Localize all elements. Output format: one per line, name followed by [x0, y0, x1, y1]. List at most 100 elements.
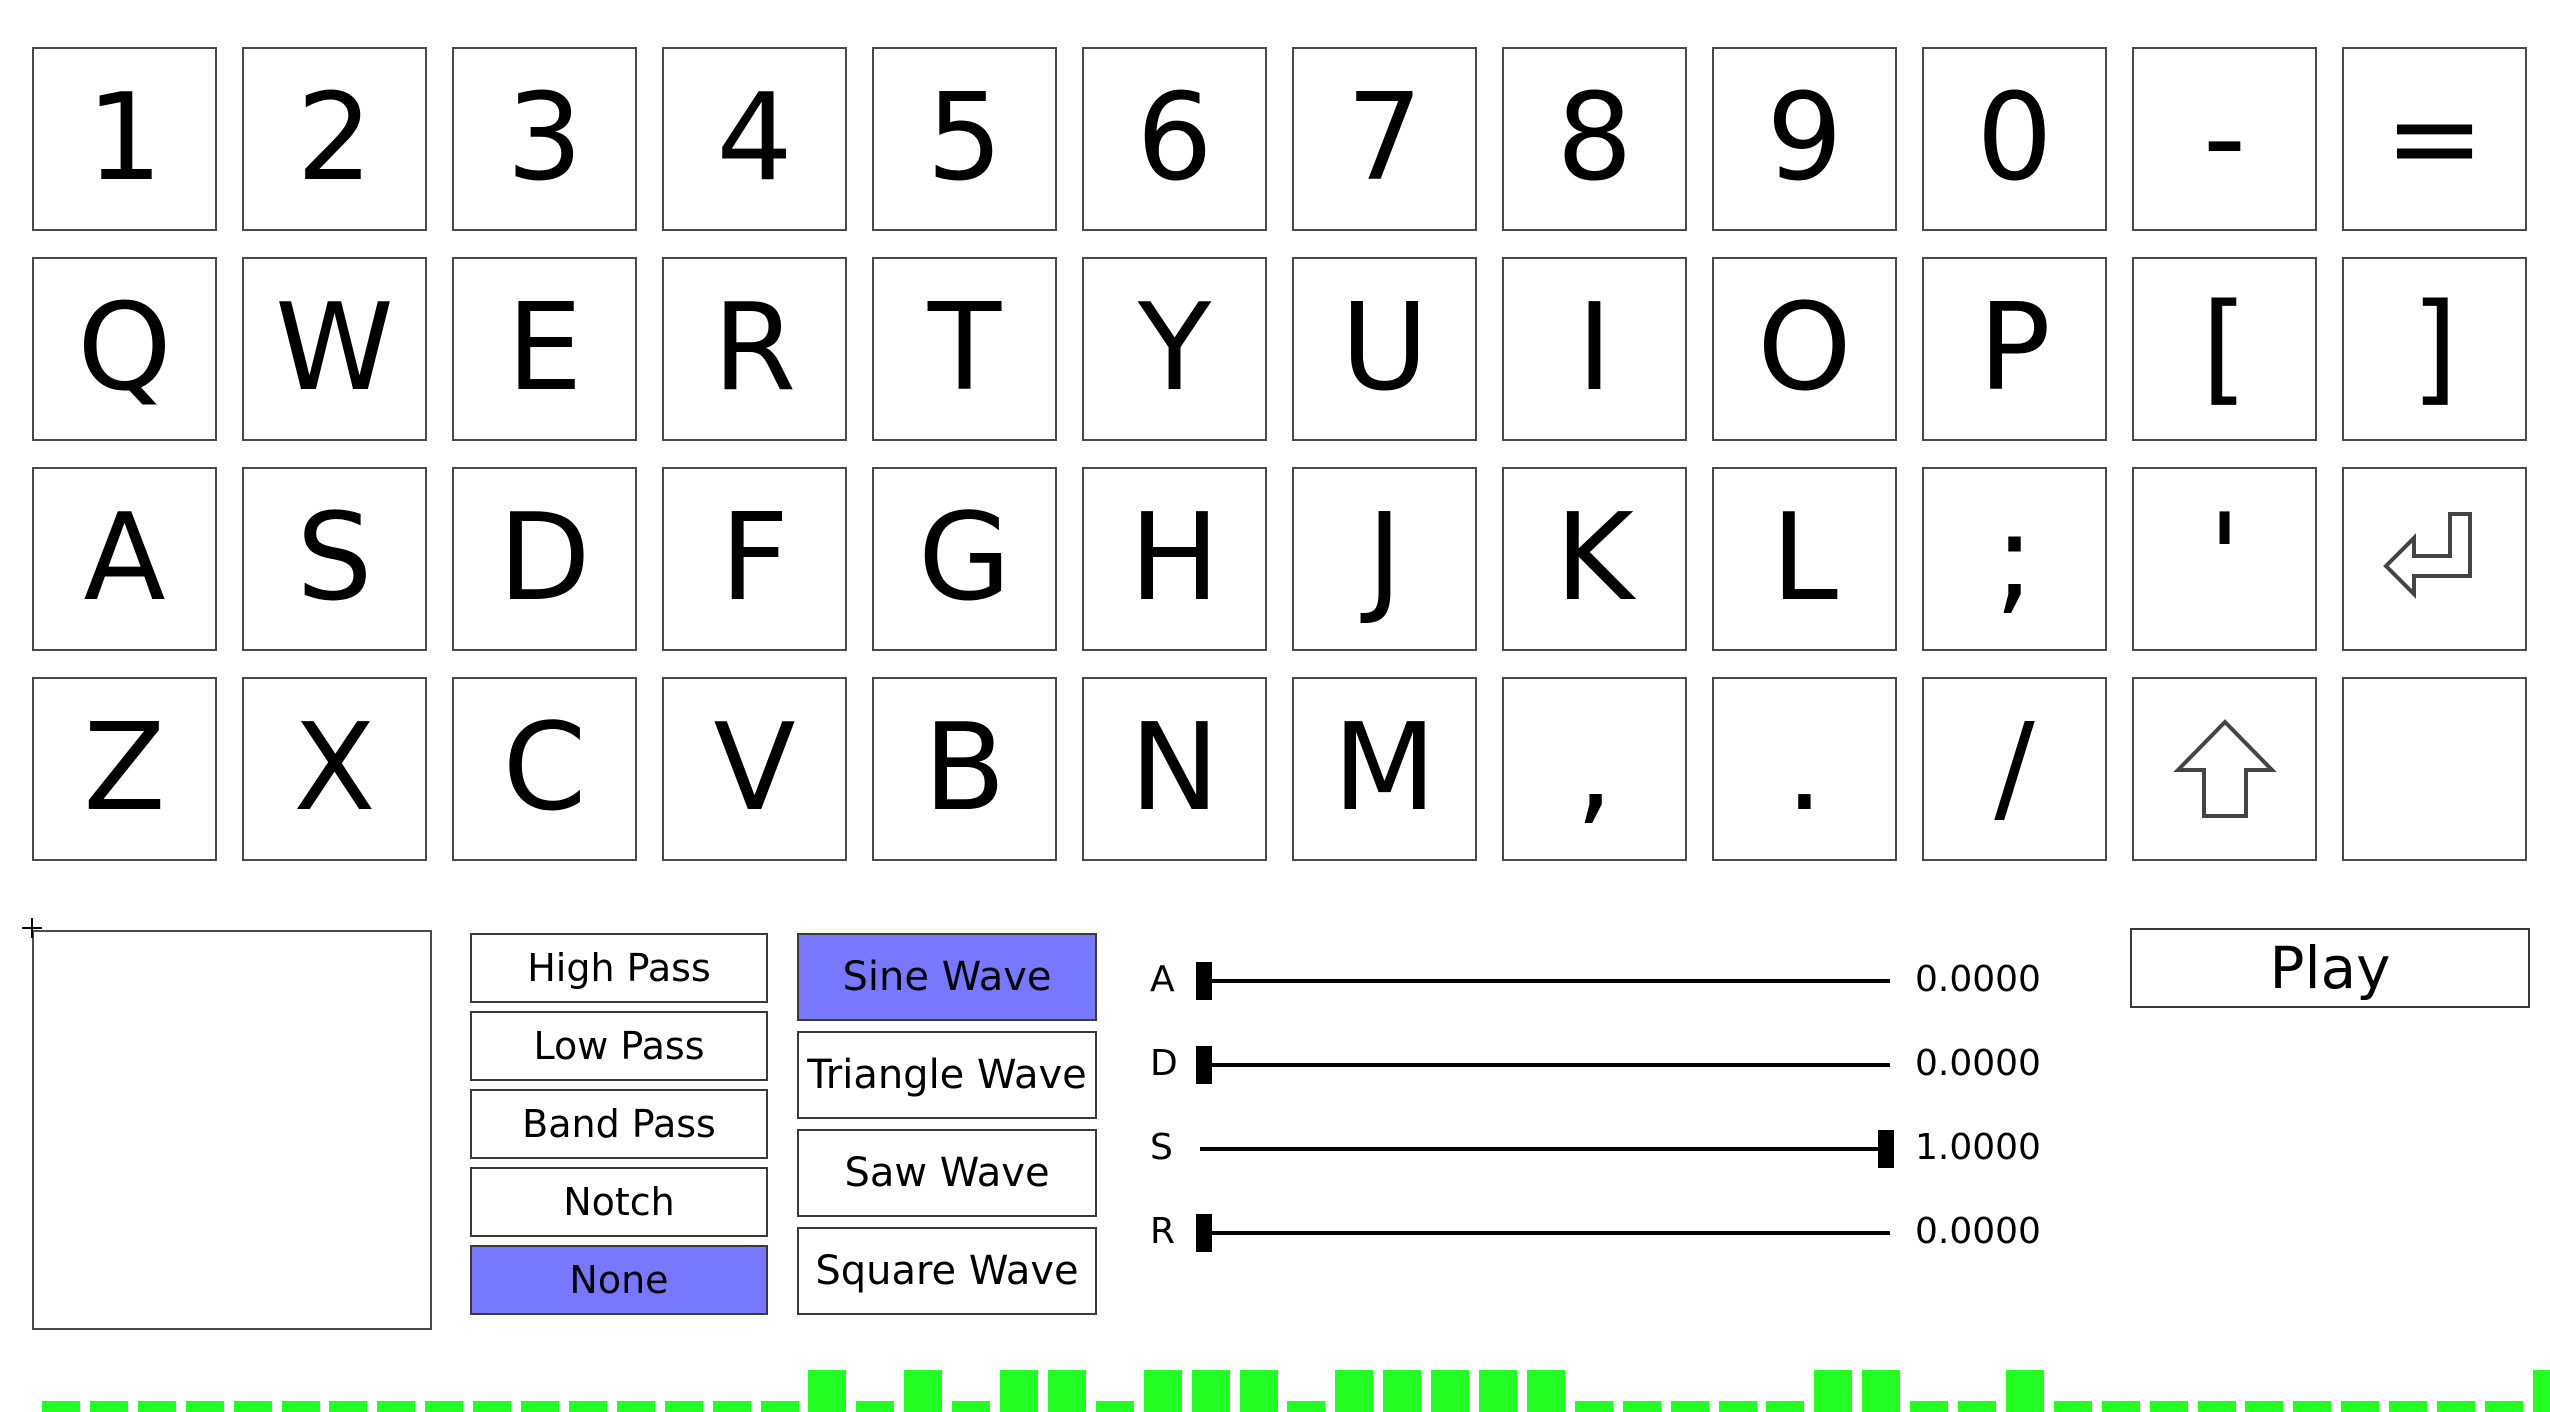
level-meter-bar — [1192, 1370, 1230, 1412]
level-meter-bar — [329, 1401, 367, 1412]
key-g[interactable]: G — [872, 467, 1057, 651]
release-label: R — [1150, 1211, 1176, 1252]
level-meter-bar — [569, 1401, 607, 1412]
level-meter-bar — [2102, 1401, 2140, 1412]
key-slash[interactable]: / — [1922, 677, 2107, 861]
filter-low-pass-button[interactable]: Low Pass — [470, 1011, 768, 1081]
key-label: I — [1576, 279, 1613, 418]
level-meter-bar — [808, 1370, 846, 1412]
key-equals[interactable]: = — [2342, 47, 2527, 231]
release-value: 0.0000 — [1915, 1211, 2041, 1252]
key-r[interactable]: R — [662, 257, 847, 441]
keyboard: 1 2 3 4 5 6 7 8 9 0 - = Q W E R T Y U I O P [] A S D F G H J K L; ' Z X C V B… — [0, 0, 2550, 880]
filter-notch-button[interactable]: Notch — [470, 1167, 768, 1237]
key-label: Q — [77, 279, 172, 418]
key-d[interactable]: D — [452, 467, 637, 651]
key-q[interactable]: Q — [32, 257, 217, 441]
key-period[interactable]: . — [1712, 677, 1897, 861]
key-minus[interactable]: - — [2132, 47, 2317, 231]
key-i[interactable]: I — [1502, 257, 1687, 441]
key-j[interactable]: J — [1292, 467, 1477, 651]
key-p[interactable]: P — [1922, 257, 2107, 441]
wave-square-button[interactable]: Square Wave — [797, 1227, 1097, 1315]
key-label: B — [923, 699, 1006, 838]
enter-arrow-icon — [2380, 504, 2490, 614]
key-4[interactable]: 4 — [662, 47, 847, 231]
sustain-slider[interactable] — [1200, 1147, 1890, 1151]
key-l[interactable]: L — [1712, 467, 1897, 651]
level-meter-bar — [2006, 1370, 2044, 1412]
filter-none-button[interactable]: None — [470, 1245, 768, 1315]
key-6[interactable]: 6 — [1082, 47, 1267, 231]
level-meter-bar — [1910, 1401, 1948, 1412]
key-t[interactable]: T — [872, 257, 1057, 441]
level-meter-bar — [1575, 1401, 1613, 1412]
key-blank[interactable] — [2342, 677, 2527, 861]
key-u[interactable]: U — [1292, 257, 1477, 441]
release-slider[interactable] — [1200, 1231, 1890, 1235]
key-9[interactable]: 9 — [1712, 47, 1897, 231]
key-w[interactable]: W — [242, 257, 427, 441]
key-f[interactable]: F — [662, 467, 847, 651]
play-button[interactable]: Play — [2130, 928, 2530, 1008]
key-x[interactable]: X — [242, 677, 427, 861]
key-label: V — [713, 699, 796, 838]
key-comma[interactable]: , — [1502, 677, 1687, 861]
key-label: 3 — [506, 69, 583, 208]
level-meter-bar — [138, 1401, 176, 1412]
key-e[interactable]: E — [452, 257, 637, 441]
filter-band-pass-button[interactable]: Band Pass — [470, 1089, 768, 1159]
key-label: G — [918, 489, 1011, 628]
filter-high-pass-button[interactable]: High Pass — [470, 933, 768, 1003]
release-slider-handle[interactable] — [1196, 1214, 1212, 1252]
decay-slider[interactable] — [1200, 1063, 1890, 1067]
key-right-bracket[interactable]: ] — [2342, 257, 2527, 441]
key-label: H — [1129, 489, 1220, 628]
key-5[interactable]: 5 — [872, 47, 1057, 231]
attack-slider[interactable] — [1200, 979, 1890, 983]
level-meter-bar — [1431, 1370, 1469, 1412]
key-2[interactable]: 2 — [242, 47, 427, 231]
key-z[interactable]: Z — [32, 677, 217, 861]
key-shift[interactable] — [2132, 677, 2317, 861]
key-m[interactable]: M — [1292, 677, 1477, 861]
key-7[interactable]: 7 — [1292, 47, 1477, 231]
key-0[interactable]: 0 — [1922, 47, 2107, 231]
key-label: N — [1129, 699, 1220, 838]
key-3[interactable]: 3 — [452, 47, 637, 231]
decay-slider-handle[interactable] — [1196, 1046, 1212, 1084]
level-meter-bar — [1383, 1370, 1421, 1412]
key-label: M — [1332, 699, 1437, 838]
key-label: O — [1757, 279, 1852, 418]
key-k[interactable]: K — [1502, 467, 1687, 651]
wave-triangle-button[interactable]: Triangle Wave — [797, 1031, 1097, 1119]
level-meter-bar — [2245, 1401, 2283, 1412]
key-label: 8 — [1556, 69, 1633, 208]
level-meter-bar — [1144, 1370, 1182, 1412]
level-meter-bar — [1958, 1401, 1996, 1412]
key-h[interactable]: H — [1082, 467, 1267, 651]
wave-saw-button[interactable]: Saw Wave — [797, 1129, 1097, 1217]
wave-sine-button[interactable]: Sine Wave — [797, 933, 1097, 1021]
sustain-value: 1.0000 — [1915, 1127, 2041, 1168]
level-meter-bar — [282, 1401, 320, 1412]
key-label: 9 — [1766, 69, 1843, 208]
key-s[interactable]: S — [242, 467, 427, 651]
key-1[interactable]: 1 — [32, 47, 217, 231]
attack-slider-handle[interactable] — [1196, 962, 1212, 1000]
key-v[interactable]: V — [662, 677, 847, 861]
key-y[interactable]: Y — [1082, 257, 1267, 441]
key-o[interactable]: O — [1712, 257, 1897, 441]
sustain-slider-handle[interactable] — [1878, 1130, 1894, 1168]
key-b[interactable]: B — [872, 677, 1057, 861]
key-8[interactable]: 8 — [1502, 47, 1687, 231]
key-enter[interactable] — [2342, 467, 2527, 651]
key-n[interactable]: N — [1082, 677, 1267, 861]
key-apostrophe[interactable]: ' — [2132, 467, 2317, 651]
key-left-bracket[interactable]: [ — [2132, 257, 2317, 441]
key-label: X — [293, 699, 376, 838]
key-label: Y — [1137, 279, 1212, 418]
key-a[interactable]: A — [32, 467, 217, 651]
key-semicolon[interactable]: ; — [1922, 467, 2107, 651]
key-c[interactable]: C — [452, 677, 637, 861]
